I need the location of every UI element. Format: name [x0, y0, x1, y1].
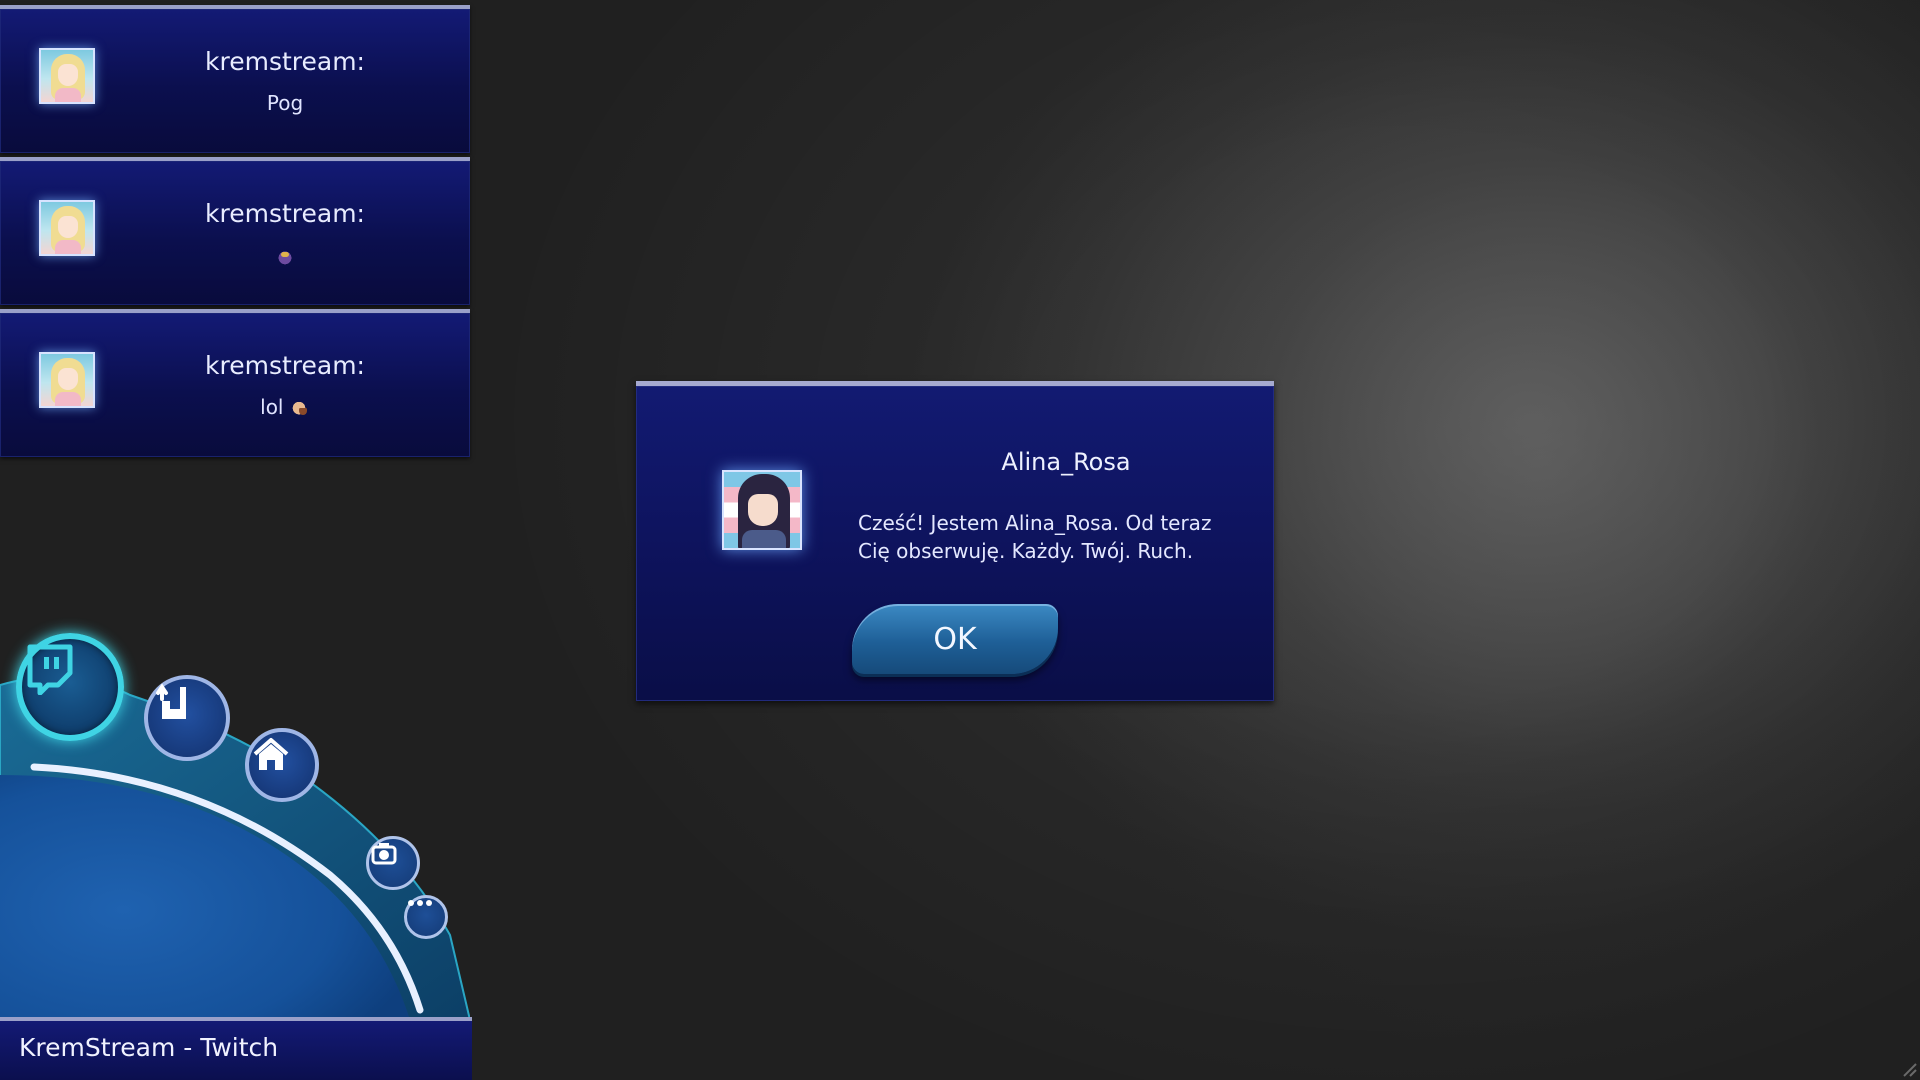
app-dock	[0, 625, 470, 1020]
chat-username: kremstream:	[205, 199, 365, 228]
window-title: KremStream - Twitch	[19, 1033, 279, 1062]
camera-icon[interactable]	[366, 836, 420, 890]
bird-emote-icon	[275, 247, 295, 266]
taskbar: KremStream - Twitch	[0, 1017, 472, 1080]
chat-text: Pog	[266, 91, 304, 115]
home-icon[interactable]	[245, 728, 319, 802]
dialog-title: Alina_Rosa	[1001, 448, 1131, 476]
chat-username: kremstream:	[205, 351, 365, 380]
dialog-message: Cześć! Jestem Alina_Rosa. Od teraz Cię o…	[858, 511, 1212, 563]
chat-message: kremstream: Pog	[0, 5, 470, 153]
laugh-emote-icon	[289, 399, 310, 418]
house-glyph	[253, 738, 289, 770]
chat-username: kremstream:	[205, 47, 365, 76]
chat-message-text: Pog	[0, 91, 470, 115]
chat-message: kremstream: lol	[0, 309, 470, 457]
chair-arrow-glyph	[156, 683, 186, 719]
chat-message-text: lol	[0, 395, 470, 419]
chat-message-text	[0, 243, 470, 267]
more-icon[interactable]	[404, 895, 448, 939]
follow-notification-dialog: Alina_Rosa Cześć! Jestem Alina_Rosa. Od …	[636, 381, 1274, 701]
ok-button[interactable]: OK	[852, 604, 1058, 674]
resize-grip-icon[interactable]	[1900, 1060, 1918, 1078]
avatar	[722, 470, 802, 550]
chat-text: lol	[260, 395, 284, 419]
chat-message: kremstream:	[0, 157, 470, 305]
camera-glyph	[371, 843, 397, 865]
twitch-glyph	[27, 644, 73, 695]
dots-glyph	[408, 900, 432, 906]
mod-icon[interactable]	[144, 675, 230, 761]
twitch-icon[interactable]	[16, 633, 124, 741]
